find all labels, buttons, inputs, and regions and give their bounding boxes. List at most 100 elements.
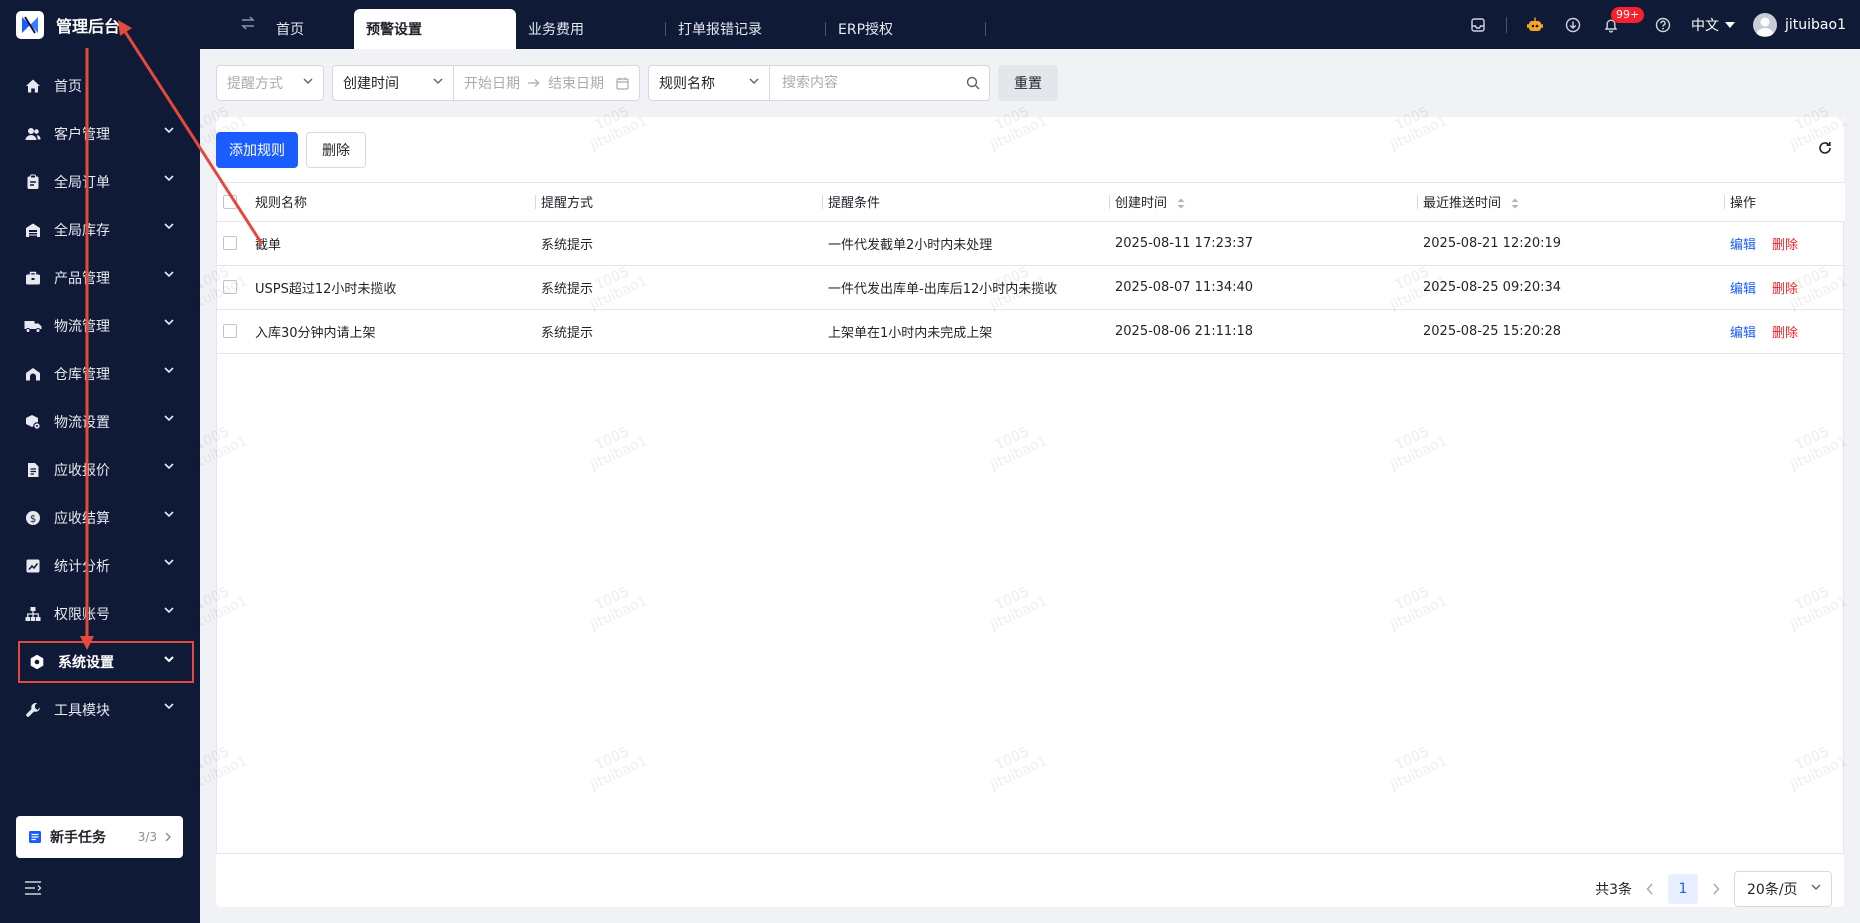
bell-icon[interactable]: 99+	[1601, 6, 1645, 35]
pagination: 共3条 1 20条/页	[1595, 871, 1832, 907]
sidebar-item-permissions[interactable]: 权限账号	[16, 594, 192, 634]
edit-link[interactable]: 编辑	[1730, 238, 1756, 253]
tab-print-error-records[interactable]: 打单报错记录	[666, 9, 826, 49]
sidebar-item-home[interactable]: 首页	[16, 66, 192, 106]
column-header-last-push-time[interactable]: 最近推送时间	[1417, 183, 1724, 222]
chevron-down-icon	[433, 78, 443, 84]
dollar-icon: $	[24, 509, 42, 527]
sidebar-item-receivable-settlement[interactable]: $ 应收结算	[16, 498, 192, 538]
swap-arrows-icon[interactable]	[240, 15, 264, 34]
chevron-down-icon	[164, 559, 174, 565]
cell-rule-name: 截单	[249, 221, 535, 266]
tab-business-fees[interactable]: 业务费用	[516, 9, 666, 49]
download-icon[interactable]	[1563, 15, 1583, 35]
users-icon	[24, 125, 42, 143]
notification-badge: 99+	[1611, 6, 1645, 23]
sidebar-item-global-orders[interactable]: 全局订单	[16, 162, 192, 202]
select-all-cell	[217, 183, 249, 222]
delete-button[interactable]: 删除	[306, 132, 366, 168]
chevron-down-icon	[164, 175, 174, 181]
page-size-select[interactable]: 20条/页	[1734, 871, 1832, 907]
time-type-select[interactable]: 创建时间	[332, 65, 454, 101]
brand[interactable]: 管理后台	[0, 0, 200, 49]
page-number[interactable]: 1	[1668, 874, 1698, 904]
user-menu[interactable]: jituibao1	[1753, 12, 1846, 37]
chevron-down-icon	[164, 463, 174, 469]
total-count: 共3条	[1595, 882, 1632, 898]
row-select-cell	[217, 221, 249, 266]
delete-link[interactable]: 删除	[1772, 326, 1798, 341]
reset-button[interactable]: 重置	[998, 65, 1058, 101]
cell-remind-method: 系统提示	[535, 221, 822, 266]
sort-icon[interactable]	[1511, 198, 1519, 209]
sidebar-item-statistics[interactable]: 统计分析	[16, 546, 192, 586]
search-field-select[interactable]: 规则名称	[648, 65, 770, 101]
remind-method-select[interactable]: 提醒方式	[216, 65, 324, 101]
sidebar-item-tools[interactable]: 工具模块	[16, 690, 192, 730]
date-range-picker[interactable]: 开始日期 结束日期	[454, 65, 640, 101]
calendar-icon	[616, 77, 629, 90]
table-header-row: 规则名称 提醒方式 提醒条件 创建时间 最近推送时间 操作	[217, 183, 1845, 222]
document-icon	[24, 461, 42, 479]
cell-remind-method: 系统提示	[535, 265, 822, 310]
tab-home[interactable]: 首页	[264, 9, 354, 49]
sidebar-item-global-inventory[interactable]: 全局库存	[16, 210, 192, 250]
edit-link[interactable]: 编辑	[1730, 326, 1756, 341]
sidebar-item-products[interactable]: 产品管理	[16, 258, 192, 298]
chevron-down-icon	[164, 511, 174, 517]
newbie-task-card[interactable]: 新手任务 3/3	[16, 816, 183, 858]
chevron-down-icon	[164, 223, 174, 229]
chevron-down-icon	[164, 656, 174, 662]
row-checkbox[interactable]	[223, 236, 237, 250]
delete-link[interactable]: 删除	[1772, 238, 1798, 253]
cell-created-time: 2025-08-07 11:34:40	[1109, 265, 1417, 310]
warehouse-icon	[24, 221, 42, 239]
end-date-input[interactable]: 结束日期	[548, 73, 604, 93]
cell-actions: 编辑 删除	[1724, 221, 1845, 266]
hexagon-gear-icon	[28, 653, 46, 671]
row-checkbox[interactable]	[223, 324, 237, 338]
sidebar-item-receivable-quotes[interactable]: 应收报价	[16, 450, 192, 490]
edit-link[interactable]: 编辑	[1730, 282, 1756, 297]
language-select[interactable]: 中文	[1691, 15, 1736, 35]
divider	[1506, 16, 1508, 33]
tab-alert-settings[interactable]: 预警设置	[354, 9, 516, 49]
sidebar-item-warehouses[interactable]: 仓库管理	[16, 354, 192, 394]
next-page-icon[interactable]	[1712, 883, 1720, 895]
chevron-down-icon	[303, 78, 313, 84]
prev-page-icon[interactable]	[1646, 883, 1654, 895]
tab-bar: 首页 预警设置 业务费用 打单报错记录 ERP授权	[264, 0, 986, 49]
sidebar-item-customers[interactable]: 客户管理	[16, 114, 192, 154]
cell-remind-condition: 一件代发出库单-出库后12小时内未揽收	[822, 265, 1109, 310]
svg-text:$: $	[30, 514, 36, 525]
briefcase-icon	[24, 269, 42, 287]
select-all-checkbox[interactable]	[223, 194, 237, 209]
sidebar-item-logistics[interactable]: 物流管理	[16, 306, 192, 346]
search-icon[interactable]	[966, 76, 980, 90]
tab-erp-auth[interactable]: ERP授权	[826, 9, 986, 49]
arrow-right-icon	[528, 79, 540, 87]
robot-icon[interactable]	[1525, 15, 1545, 35]
menu-collapse-icon[interactable]	[24, 880, 44, 900]
cell-actions: 编辑 删除	[1724, 309, 1845, 354]
column-header-remind-method: 提醒方式	[535, 183, 822, 222]
row-select-cell	[217, 309, 249, 354]
start-date-input[interactable]: 开始日期	[464, 73, 520, 93]
sidebar-item-system-settings[interactable]: 系统设置	[18, 641, 194, 683]
cell-rule-name: 入库30分钟内请上架	[249, 309, 535, 354]
cell-remind-condition: 一件代发截单2小时内未处理	[822, 221, 1109, 266]
chevron-down-icon	[749, 78, 759, 84]
cell-last-push-time: 2025-08-25 15:20:28	[1417, 309, 1724, 354]
search-input[interactable]	[770, 65, 990, 101]
cell-created-time: 2025-08-06 21:11:18	[1109, 309, 1417, 354]
cell-remind-condition: 上架单在1小时内未完成上架	[822, 309, 1109, 354]
top-navbar: 管理后台 首页 预警设置 业务费用 打单报错记录 ERP授权 99+ 中文 ji…	[0, 0, 1860, 49]
inbox-icon[interactable]	[1468, 15, 1488, 35]
chevron-down-icon	[164, 271, 174, 277]
help-icon[interactable]	[1653, 15, 1673, 35]
sidebar-item-logistics-settings[interactable]: 物流设置	[16, 402, 192, 442]
refresh-icon[interactable]	[1818, 141, 1836, 159]
sort-icon[interactable]	[1177, 198, 1185, 209]
column-header-created-time[interactable]: 创建时间	[1109, 183, 1417, 222]
app-title: 管理后台	[56, 16, 121, 36]
